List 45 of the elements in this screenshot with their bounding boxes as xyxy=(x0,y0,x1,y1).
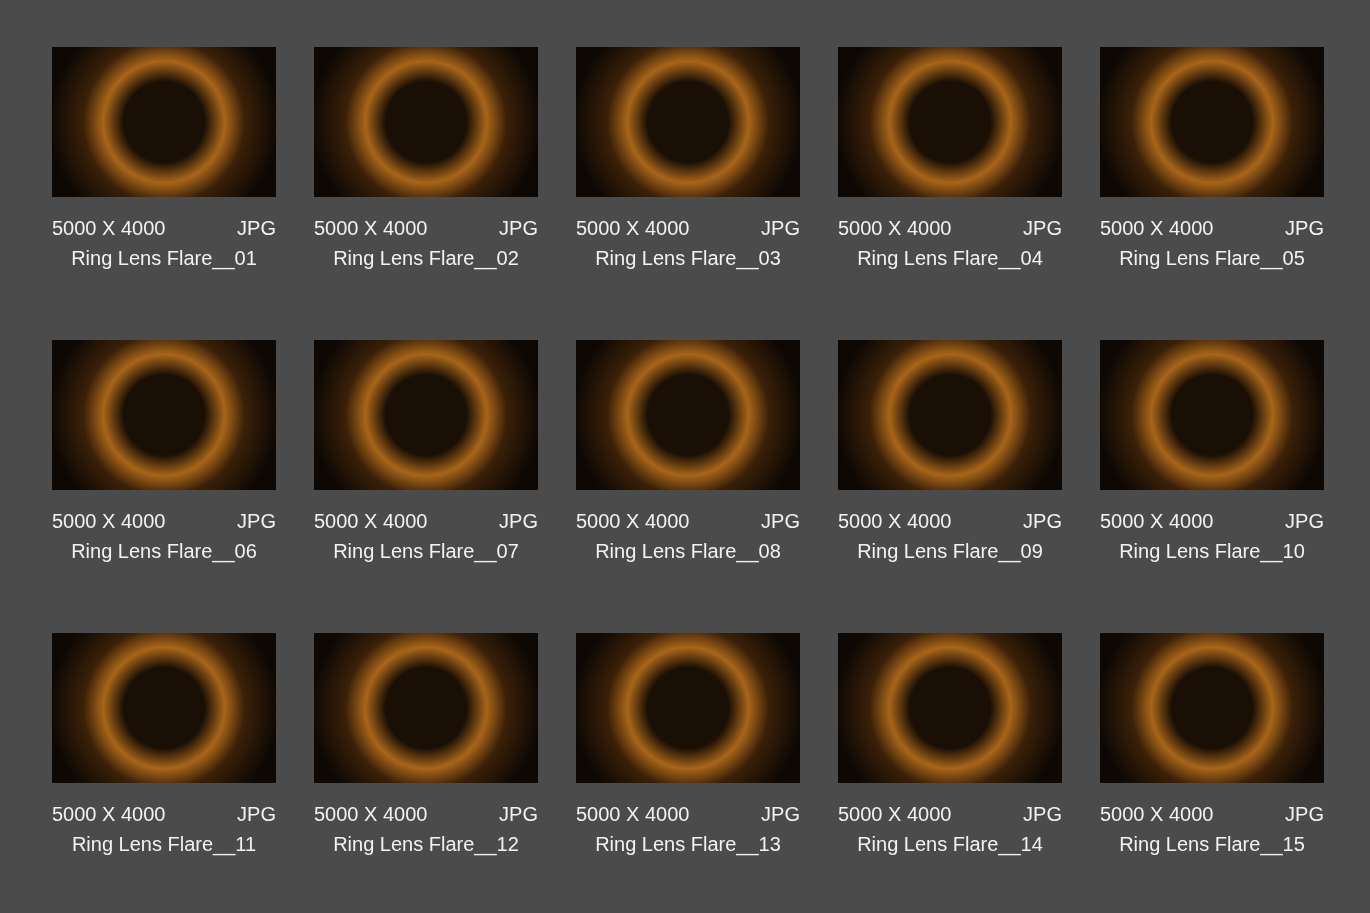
image-title: Ring Lens Flare__07 xyxy=(333,539,519,565)
image-dimensions: 5000 X 4000 xyxy=(1100,509,1214,534)
file-format: JPG xyxy=(237,802,276,827)
file-format: JPG xyxy=(1023,509,1062,534)
file-format: JPG xyxy=(1285,802,1324,827)
file-format: JPG xyxy=(1285,509,1324,534)
image-title: Ring Lens Flare__12 xyxy=(333,832,519,858)
image-dimensions: 5000 X 4000 xyxy=(1100,802,1214,827)
image-title: Ring Lens Flare__05 xyxy=(1119,246,1305,272)
image-title: Ring Lens Flare__09 xyxy=(857,539,1043,565)
image-dimensions: 5000 X 4000 xyxy=(576,216,690,241)
image-dimensions: 5000 X 4000 xyxy=(314,509,428,534)
file-format: JPG xyxy=(761,216,800,241)
image-dimensions: 5000 X 4000 xyxy=(576,802,690,827)
image-title: Ring Lens Flare__01 xyxy=(71,246,257,272)
image-title: Ring Lens Flare__08 xyxy=(595,539,781,565)
image-title: Ring Lens Flare__02 xyxy=(333,246,519,272)
file-format: JPG xyxy=(499,216,538,241)
image-dimensions: 5000 X 4000 xyxy=(838,216,952,241)
image-title: Ring Lens Flare__03 xyxy=(595,246,781,272)
image-dimensions: 5000 X 4000 xyxy=(314,216,428,241)
file-format: JPG xyxy=(1023,216,1062,241)
image-dimensions: 5000 X 4000 xyxy=(838,509,952,534)
image-dimensions: 5000 X 4000 xyxy=(838,802,952,827)
file-format: JPG xyxy=(237,509,276,534)
file-format: JPG xyxy=(499,802,538,827)
image-title: Ring Lens Flare__04 xyxy=(857,246,1043,272)
image-title: Ring Lens Flare__15 xyxy=(1119,832,1305,858)
file-format: JPG xyxy=(1285,216,1324,241)
image-dimensions: 5000 X 4000 xyxy=(1100,216,1214,241)
image-dimensions: 5000 X 4000 xyxy=(52,216,166,241)
image-title: Ring Lens Flare__13 xyxy=(595,832,781,858)
image-dimensions: 5000 X 4000 xyxy=(576,509,690,534)
image-dimensions: 5000 X 4000 xyxy=(52,802,166,827)
image-title: Ring Lens Flare__06 xyxy=(71,539,257,565)
file-format: JPG xyxy=(1023,802,1062,827)
image-title: Ring Lens Flare__14 xyxy=(857,832,1043,858)
image-title: Ring Lens Flare__10 xyxy=(1119,539,1305,565)
file-format: JPG xyxy=(761,802,800,827)
image-dimensions: 5000 X 4000 xyxy=(314,802,428,827)
image-dimensions: 5000 X 4000 xyxy=(52,509,166,534)
file-format: JPG xyxy=(237,216,276,241)
image-title: Ring Lens Flare__11 xyxy=(71,832,257,858)
file-format: JPG xyxy=(761,509,800,534)
file-format: JPG xyxy=(499,509,538,534)
